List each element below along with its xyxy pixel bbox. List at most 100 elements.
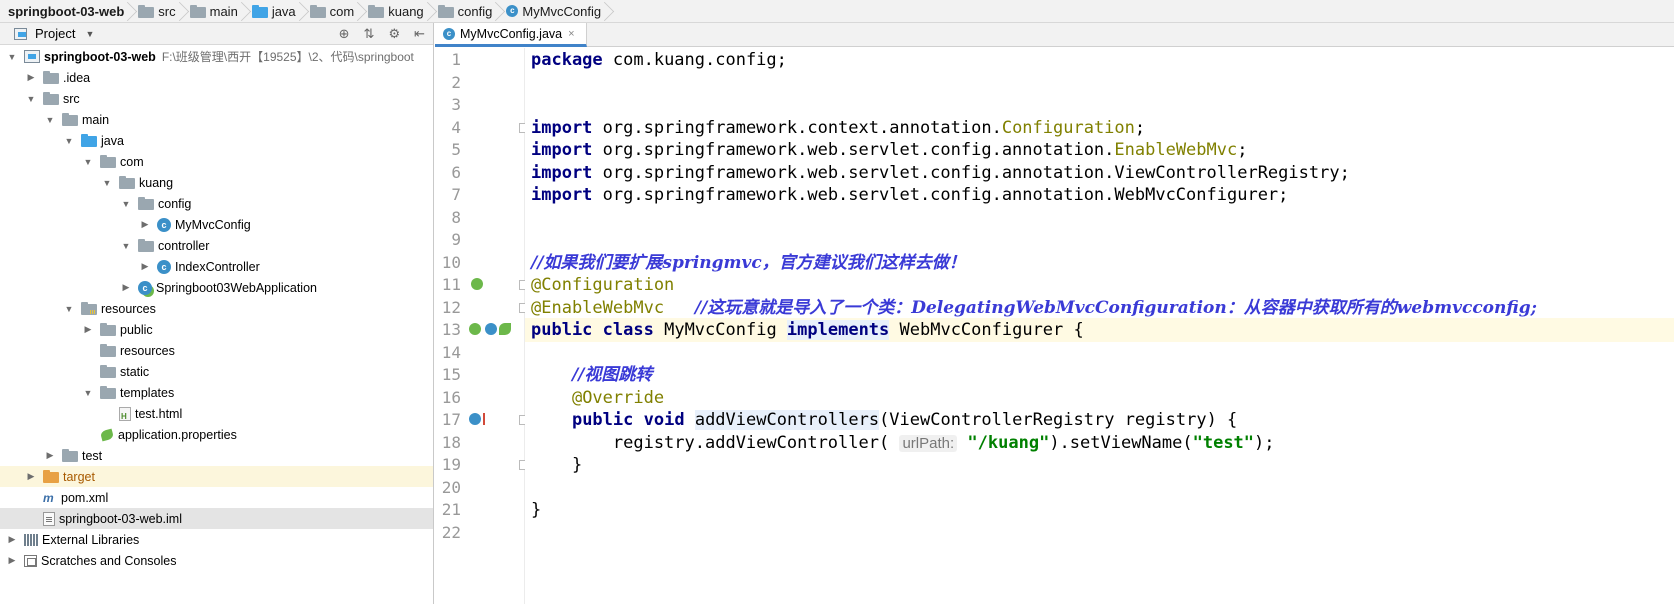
tree-item[interactable]: ▼ kuang [0,172,433,193]
project-panel-title[interactable]: Project [35,26,75,41]
breadcrumb-item[interactable]: java [246,0,304,22]
tree-item-label: Springboot03WebApplication [156,280,317,295]
tree-item[interactable]: ▼ java [0,130,433,151]
code-token: public [531,320,593,340]
chevron-right-icon[interactable]: ▶ [120,282,132,293]
tree-item[interactable]: ▶ test [0,445,433,466]
breadcrumb-item[interactable]: kuang [362,0,431,22]
code-line[interactable]: } [531,453,582,477]
spring-bean-icon[interactable] [471,278,483,290]
breadcrumb-item[interactable]: c MyMvcConfig [500,0,609,22]
spring-bean-icon[interactable] [469,323,481,335]
tab-mymvcconfig[interactable]: c MyMvcConfig.java × [435,23,587,47]
breadcrumb-item[interactable]: config [432,0,501,22]
chevron-down-icon[interactable]: ▼ [63,304,75,314]
excluded-folder-icon [43,470,59,483]
code-token: ); [1254,432,1275,453]
chevron-down-icon[interactable]: ▼ [120,199,132,209]
tree-item[interactable]: ▶springboot-03-web.iml [0,508,433,529]
chevron-down-icon[interactable]: ▼ [85,29,94,39]
tree-item[interactable]: ▼ controller [0,235,433,256]
tree-item[interactable]: ▶resources [0,340,433,361]
spring-leaf-icon[interactable] [499,323,511,335]
tree-item[interactable]: ▶ target [0,466,433,487]
tree-item[interactable]: ▶ c MyMvcConfig [0,214,433,235]
chevron-right-icon[interactable]: ▶ [139,219,151,230]
code-line[interactable]: registry.addViewController( urlPath: "/k… [531,431,1275,455]
code-token: registry.addViewController( [531,432,900,453]
code-line[interactable]: @Configuration [531,273,674,297]
tree-item[interactable]: ▶static [0,361,433,382]
tree-item[interactable]: ▼ springboot-03-web F:\班级管理\西开【19525】\2、代码… [0,46,433,67]
code-line[interactable]: public class MyMvcConfig implements WebM… [525,318,1674,342]
tree-item-label: templates [120,385,175,400]
chevron-down-icon[interactable]: ▼ [44,115,56,125]
chevron-right-icon[interactable]: ▶ [6,555,18,566]
tree-item[interactable]: ▼ resources [0,298,433,319]
code-line[interactable]: //视图跳转 [531,363,652,387]
tree-item[interactable]: ▶ .idea [0,67,433,88]
tree-item[interactable]: ▶ Scratches and Consoles [0,550,433,571]
chevron-right-icon[interactable]: ▶ [139,261,151,272]
tree-item[interactable]: ▶ public [0,319,433,340]
code-line[interactable]: import org.springframework.web.servlet.c… [531,183,1288,207]
chevron-down-icon[interactable]: ▼ [82,388,94,398]
code-token: class [602,320,654,340]
navigation-breadcrumb: springboot-03-web src main java com kuang conf… [0,0,1674,23]
code-line[interactable]: @Override [531,386,664,410]
code-line[interactable]: import org.springframework.context.annot… [531,116,1145,140]
code-token: ).setViewName( [1049,432,1193,453]
code-token: com.kuang.config; [602,50,787,70]
chevron-right-icon[interactable]: ▶ [25,471,37,482]
code-line[interactable]: public void addViewControllers(ViewContr… [531,408,1237,432]
code-line[interactable]: import org.springframework.web.servlet.c… [531,161,1350,185]
overrides-method-arrow-icon[interactable] [483,413,489,425]
code-token: import [531,140,593,160]
tree-item[interactable]: ▶ c Springboot03WebApplication [0,277,433,298]
project-panel-header: Project ▼ ⊕ ⇅ ⚙ ⇤ [0,23,433,45]
code-token: @Configuration [531,275,675,295]
chevron-right-icon[interactable]: ▶ [25,72,37,83]
code-line[interactable]: package com.kuang.config; [531,48,787,72]
code-line[interactable]: @EnableWebMvc //这玩意就是导入了一个类：DelegatingWe… [531,296,1537,320]
chevron-right-icon[interactable]: ▶ [6,534,18,545]
breadcrumb-item[interactable]: com [304,0,363,22]
tree-item[interactable]: ▼ config [0,193,433,214]
close-icon[interactable]: × [568,28,574,40]
code-line[interactable]: //如果我们要扩展springmvc，官方建议我们这样去做！ [531,251,966,275]
code-line[interactable]: import org.springframework.web.servlet.c… [531,138,1247,162]
chevron-right-icon[interactable]: ▶ [82,324,94,335]
chevron-down-icon[interactable]: ▼ [25,94,37,104]
collapse-all-icon[interactable]: ⇅ [364,26,375,42]
tree-item[interactable]: ▶mpom.xml [0,487,433,508]
code-line[interactable]: } [531,498,541,522]
breadcrumb-item[interactable]: springboot-03-web [2,0,132,22]
chevron-down-icon[interactable]: ▼ [6,52,18,62]
spring-boot-class-icon: c [138,280,152,295]
override-icon[interactable] [469,413,481,425]
locate-icon[interactable]: ⊕ [339,26,350,42]
chevron-down-icon[interactable]: ▼ [82,157,94,167]
hide-panel-icon[interactable]: ⇤ [414,26,425,42]
chevron-down-icon[interactable]: ▼ [120,241,132,251]
tree-item[interactable]: ▼ templates [0,382,433,403]
tree-item[interactable]: ▼ main [0,109,433,130]
breadcrumb-item[interactable]: src [132,0,183,22]
tree-item-label: static [120,364,150,379]
project-view-icon [14,27,27,40]
code-token: org.springframework.web.servlet.config.a… [592,162,1350,183]
project-tree: ▼ springboot-03-web F:\班级管理\西开【19525】\2、代码… [0,46,433,571]
tree-item[interactable]: ▼ src [0,88,433,109]
chevron-right-icon[interactable]: ▶ [44,450,56,461]
code-editor[interactable]: package com.kuang.config; import org.spri… [525,48,1674,604]
chevron-down-icon[interactable]: ▼ [63,136,75,146]
chevron-down-icon[interactable]: ▼ [101,178,113,188]
tree-item[interactable]: ▶application.properties [0,424,433,445]
tree-item[interactable]: ▶test.html [0,403,433,424]
tree-item[interactable]: ▼ com [0,151,433,172]
implemented-icon[interactable] [485,323,497,335]
gear-icon[interactable]: ⚙ [388,26,400,42]
tree-item[interactable]: ▶ External Libraries [0,529,433,550]
breadcrumb-item[interactable]: main [184,0,246,22]
tree-item[interactable]: ▶ c IndexController [0,256,433,277]
